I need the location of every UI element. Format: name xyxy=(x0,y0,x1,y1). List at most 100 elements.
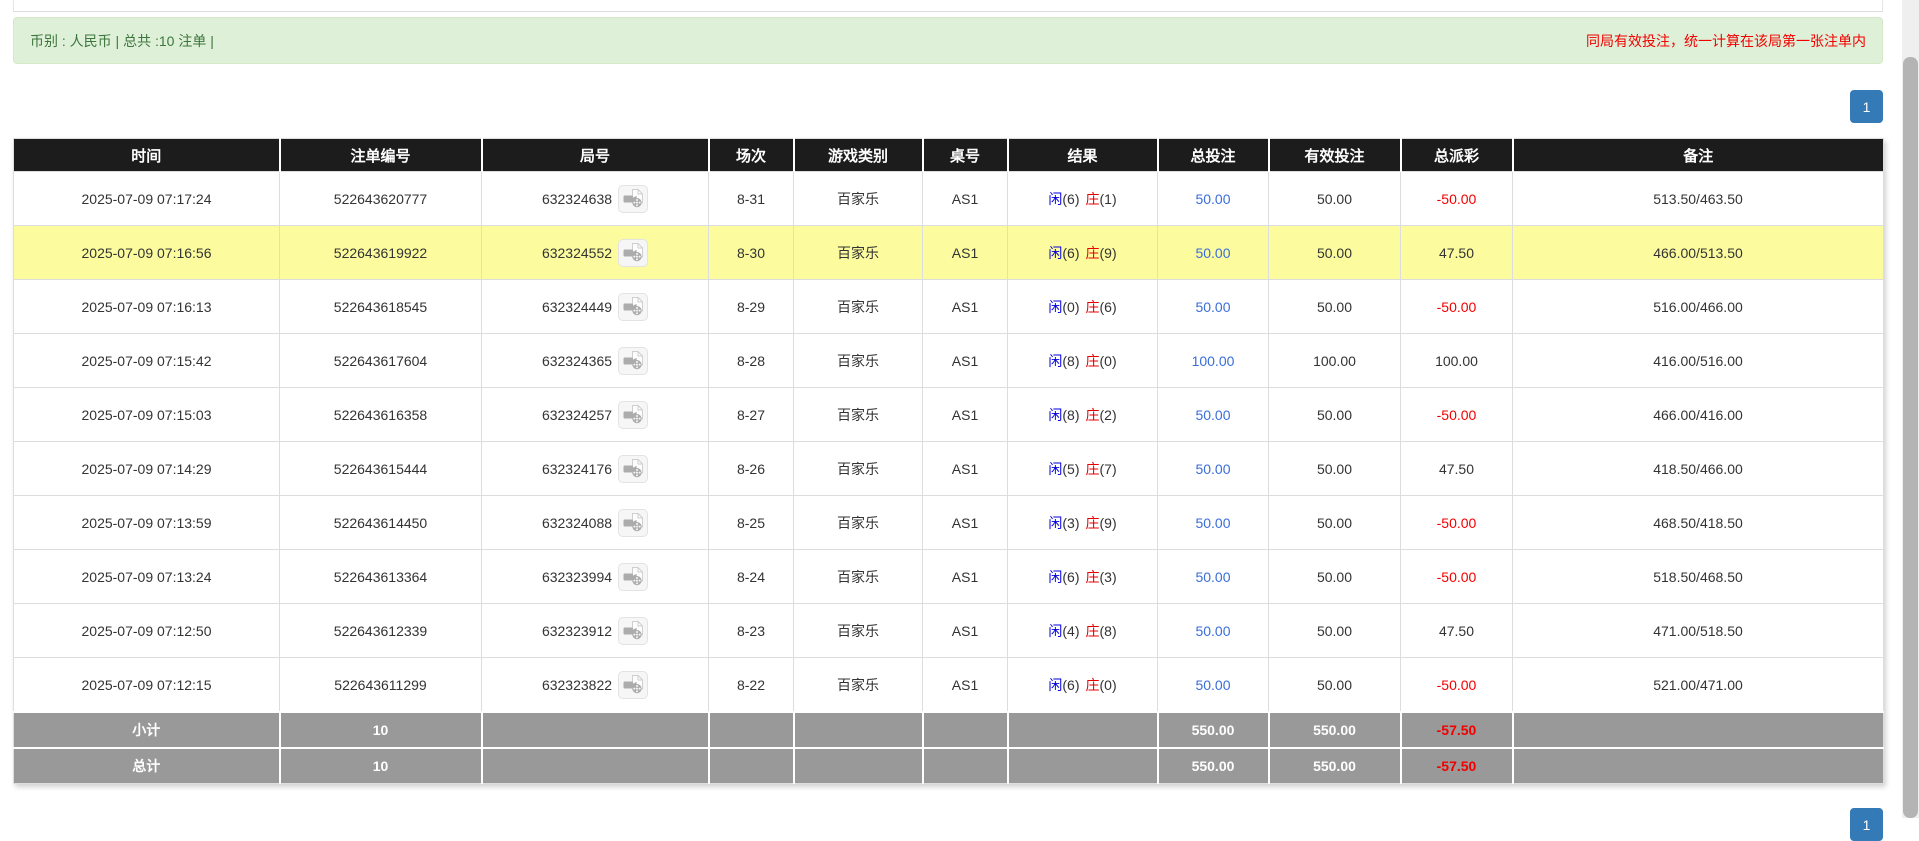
cell-bet-id: 522643612339 xyxy=(279,603,482,658)
cell-total-bet: 50.00 xyxy=(1157,225,1269,280)
video-replay-button[interactable] xyxy=(618,400,649,429)
player-result-label: 闲 xyxy=(1048,514,1063,531)
subtotal-payout: -57.50 xyxy=(1400,711,1514,748)
cell-table-number: AS1 xyxy=(922,333,1008,388)
player-result-label: 闲 xyxy=(1048,622,1063,639)
banker-result-points: (7) xyxy=(1099,460,1117,477)
pagination-bottom-page-1-button[interactable]: 1 xyxy=(1850,808,1883,841)
cell-time: 2025-07-09 07:13:59 xyxy=(13,495,280,550)
video-replay-button[interactable] xyxy=(618,292,649,321)
banker-result-points: (8) xyxy=(1099,622,1117,639)
video-replay-button[interactable] xyxy=(618,238,649,267)
cell-game-type: 百家乐 xyxy=(793,387,923,442)
vertical-scrollbar[interactable] xyxy=(1902,0,1919,818)
banker-result-label: 庄 xyxy=(1085,406,1100,423)
cell-time: 2025-07-09 07:16:56 xyxy=(13,225,280,280)
total-count: 10 xyxy=(279,747,483,784)
round-number: 632324638 xyxy=(541,190,613,207)
round-number: 632324088 xyxy=(541,514,613,531)
cell-session: 8-29 xyxy=(708,279,794,334)
subtotal-total-bet: 550.00 xyxy=(1157,711,1270,748)
video-replay-button[interactable] xyxy=(618,670,649,699)
video-replay-button[interactable] xyxy=(618,562,649,591)
video-replay-icon xyxy=(623,297,644,316)
total-bet-link[interactable]: 50.00 xyxy=(1195,623,1230,639)
cell-valid-bet: 100.00 xyxy=(1268,333,1401,388)
cell-table-number: AS1 xyxy=(922,279,1008,334)
column-header: 桌号 xyxy=(922,138,1009,172)
table-row: 2025-07-09 07:14:29 522643615444 6323241… xyxy=(13,441,1884,496)
scrollbar-thumb[interactable] xyxy=(1903,57,1918,818)
player-result-label: 闲 xyxy=(1048,676,1063,693)
table-row: 2025-07-09 07:15:42 522643617604 6323243… xyxy=(13,333,1884,388)
video-replay-button[interactable] xyxy=(618,454,649,483)
cell-round: 632324638 xyxy=(481,171,709,226)
video-replay-button[interactable] xyxy=(618,346,649,375)
cell-game-type: 百家乐 xyxy=(793,225,923,280)
cell-total-payout: -50.00 xyxy=(1400,495,1513,550)
cell-table-number: AS1 xyxy=(922,387,1008,442)
table-row: 2025-07-09 07:16:56 522643619922 6323245… xyxy=(13,225,1884,280)
video-replay-icon xyxy=(623,567,644,586)
cell-total-payout: -50.00 xyxy=(1400,171,1513,226)
top-panel-edge xyxy=(13,0,1883,12)
cell-table-number: AS1 xyxy=(922,171,1008,226)
player-result-label: 闲 xyxy=(1048,190,1063,207)
cell-table-number: AS1 xyxy=(922,441,1008,496)
total-bet-link[interactable]: 50.00 xyxy=(1195,245,1230,261)
round-number: 632324365 xyxy=(541,352,613,369)
total-bet-link[interactable]: 50.00 xyxy=(1195,515,1230,531)
total-bet-link[interactable]: 50.00 xyxy=(1195,299,1230,315)
currency-total-text: 币别 : 人民币 | 总共 :10 注单 | xyxy=(30,32,214,49)
cell-game-type: 百家乐 xyxy=(793,495,923,550)
player-result-points: (6) xyxy=(1062,244,1080,261)
cell-note: 521.00/471.00 xyxy=(1512,657,1884,713)
cell-round: 632323822 xyxy=(481,657,709,713)
total-bet-link[interactable]: 100.00 xyxy=(1192,353,1235,369)
total-total-bet: 550.00 xyxy=(1157,747,1270,784)
cell-time: 2025-07-09 07:12:50 xyxy=(13,603,280,658)
banker-result-label: 庄 xyxy=(1085,514,1100,531)
cell-total-bet: 50.00 xyxy=(1157,441,1269,496)
cell-note: 468.50/418.50 xyxy=(1512,495,1884,550)
cell-game-type: 百家乐 xyxy=(793,279,923,334)
total-bet-link[interactable]: 50.00 xyxy=(1195,407,1230,423)
player-result-points: (8) xyxy=(1062,406,1080,423)
cell-result: 闲(6) 庄(9) xyxy=(1007,225,1158,280)
player-result-points: (0) xyxy=(1062,298,1080,315)
video-replay-button[interactable] xyxy=(618,616,649,645)
pagination-page-1-button[interactable]: 1 xyxy=(1850,90,1883,123)
cell-bet-id: 522643620777 xyxy=(279,171,482,226)
video-replay-icon xyxy=(623,405,644,424)
cell-game-type: 百家乐 xyxy=(793,333,923,388)
round-number: 632324449 xyxy=(541,298,613,315)
player-result-points: (8) xyxy=(1062,352,1080,369)
table-row: 2025-07-09 07:12:50 522643612339 6323239… xyxy=(13,603,1884,658)
total-bet-link[interactable]: 50.00 xyxy=(1195,677,1230,693)
total-bet-link[interactable]: 50.00 xyxy=(1195,569,1230,585)
cell-time: 2025-07-09 07:15:42 xyxy=(13,333,280,388)
cell-bet-id: 522643616358 xyxy=(279,387,482,442)
cell-note: 516.00/466.00 xyxy=(1512,279,1884,334)
cell-total-bet: 50.00 xyxy=(1157,603,1269,658)
cell-session: 8-31 xyxy=(708,171,794,226)
cell-result: 闲(6) 庄(0) xyxy=(1007,657,1158,713)
column-header: 游戏类别 xyxy=(793,138,924,172)
cell-session: 8-27 xyxy=(708,387,794,442)
total-row: 总计 10 550.00 550.00 -57.50 xyxy=(13,747,1884,784)
cell-note: 513.50/463.50 xyxy=(1512,171,1884,226)
column-header: 备注 xyxy=(1512,138,1884,172)
column-header: 局号 xyxy=(481,138,710,172)
cell-time: 2025-07-09 07:17:24 xyxy=(13,171,280,226)
total-bet-link[interactable]: 50.00 xyxy=(1195,461,1230,477)
column-header: 场次 xyxy=(708,138,795,172)
cell-valid-bet: 50.00 xyxy=(1268,441,1401,496)
video-replay-icon xyxy=(623,351,644,370)
banker-result-label: 庄 xyxy=(1085,568,1100,585)
table-row: 2025-07-09 07:15:03 522643616358 6323242… xyxy=(13,387,1884,442)
video-replay-button[interactable] xyxy=(618,508,649,537)
cell-game-type: 百家乐 xyxy=(793,549,923,604)
video-replay-button[interactable] xyxy=(618,184,649,213)
total-bet-link[interactable]: 50.00 xyxy=(1195,191,1230,207)
video-replay-icon xyxy=(623,621,644,640)
